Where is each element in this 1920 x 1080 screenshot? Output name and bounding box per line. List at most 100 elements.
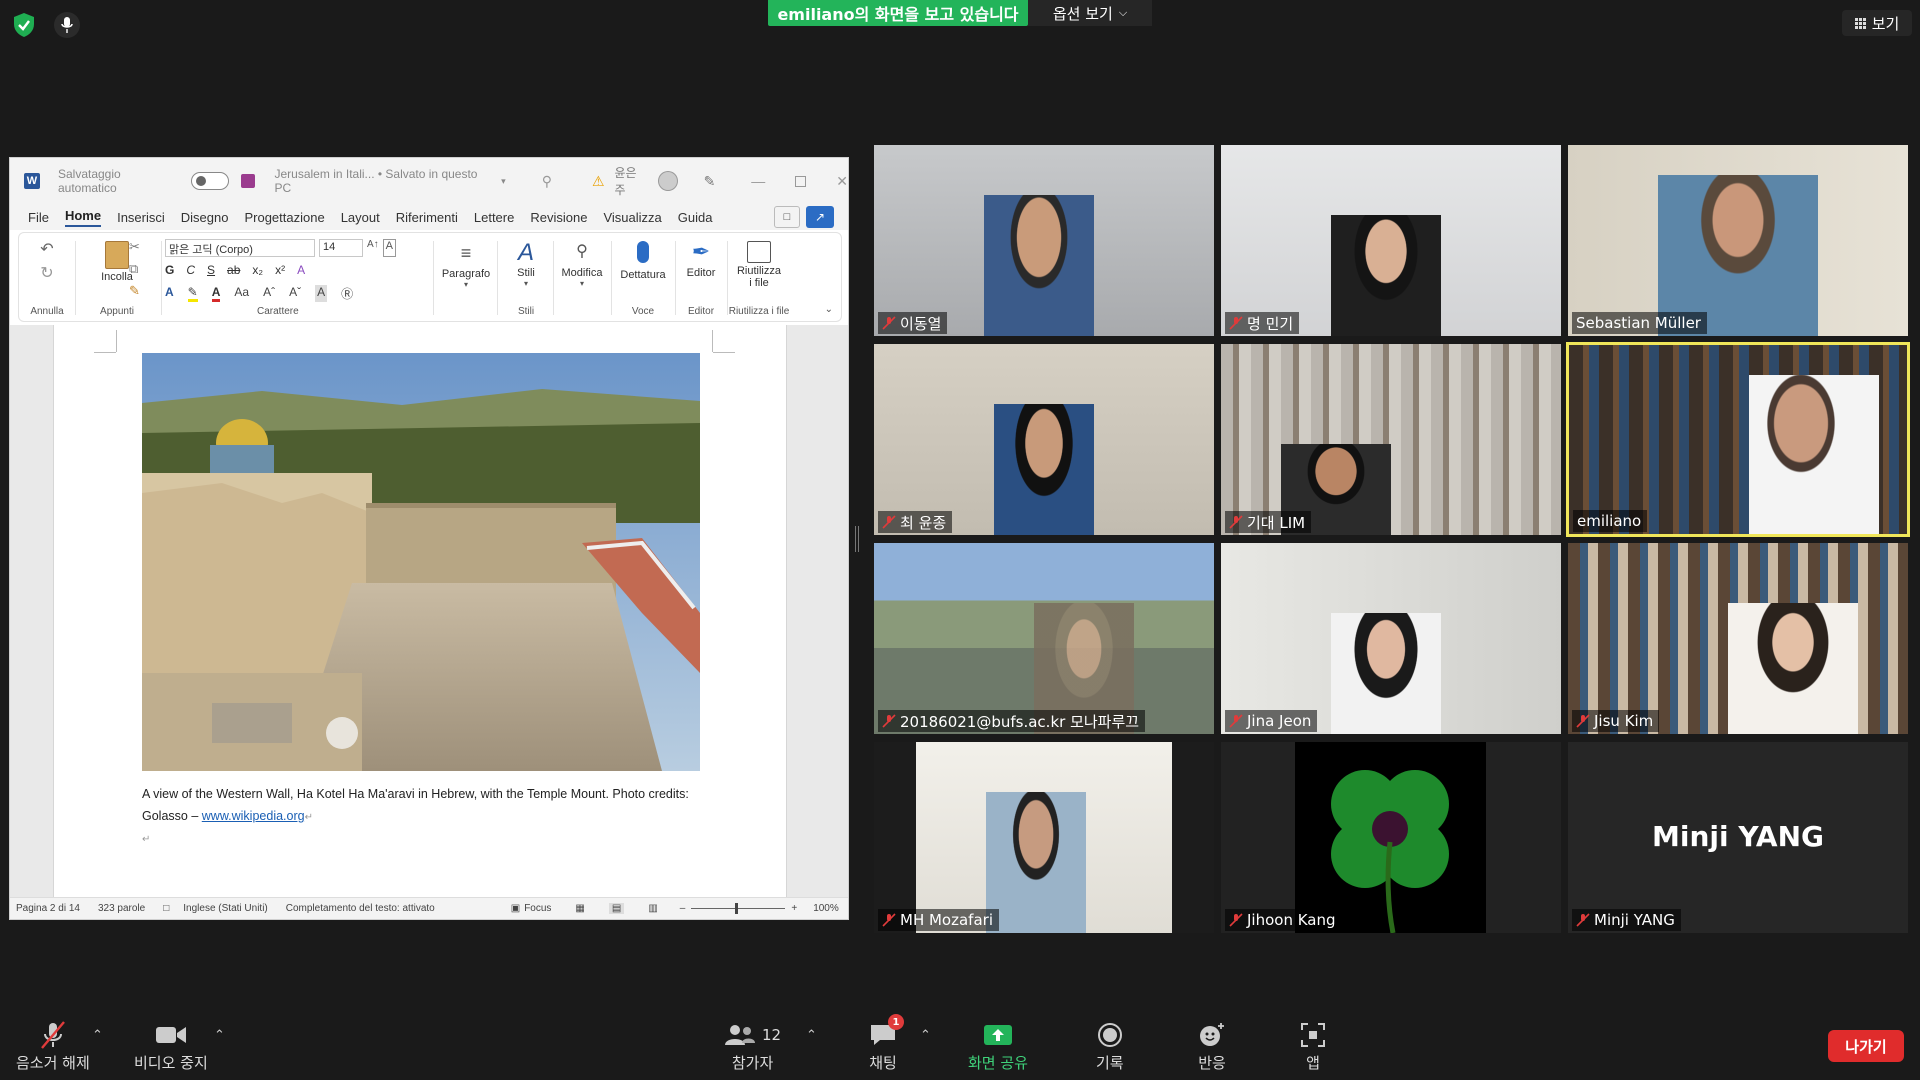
format-painter-icon[interactable]: ✎ [129,283,140,299]
print-layout-icon[interactable]: ▤ [608,903,625,914]
change-case-icon[interactable]: Aa [234,285,249,302]
focus-label[interactable]: Focus [524,903,551,914]
enclose-char-icon[interactable]: Ⓡ [341,285,353,302]
italic-button[interactable]: C [186,263,195,277]
subscript-button[interactable]: x₂ [252,263,263,277]
zoom-out-icon[interactable]: – [680,903,686,914]
font-size-select[interactable]: 14 [319,239,363,257]
stop-video-button[interactable]: 비디오 중지 [134,1018,208,1073]
autosave-toggle[interactable] [190,172,229,190]
avatar[interactable] [657,171,678,191]
video-options-chevron-icon[interactable]: ⌃ [214,1028,225,1043]
maximize-icon[interactable] [795,175,807,187]
styles-group[interactable]: A Stili ▾ Stili [501,237,551,319]
char-shading-icon[interactable]: A [315,285,328,302]
superscript-button[interactable]: x² [275,263,285,277]
underline-button[interactable]: S [207,263,215,277]
share-screen-button[interactable]: 화면 공유 [968,1018,1028,1073]
undo-icon[interactable]: ↶ [40,239,53,259]
video-tile[interactable]: 명 민기 [1221,145,1561,336]
share-icon[interactable]: ↗ [806,206,834,228]
video-tile[interactable]: 20186021@bufs.ac.kr 모나파루끄 [874,543,1214,734]
participants-button[interactable]: 12 참가자 [724,1018,781,1073]
paste-icon[interactable] [105,241,129,269]
security-shield-icon[interactable] [12,12,36,38]
proofing-icon[interactable]: □ [163,903,169,914]
word-count[interactable]: 323 parole [98,903,145,914]
tab-insert[interactable]: Inserisci [117,210,165,225]
highlight-icon[interactable]: ✎ [187,285,198,302]
apps-button[interactable]: 앱 [1300,1018,1326,1073]
tab-layout[interactable]: Layout [341,210,380,225]
redo-icon[interactable]: ↻ [40,263,53,283]
photo-caption[interactable]: A view of the Western Wall, Ha Kotel Ha … [142,783,722,851]
text-completion-status[interactable]: Completamento del testo: attivato [286,903,435,914]
video-tile[interactable]: 기대 LIM [1221,344,1561,535]
grow-font-icon[interactable]: Aˆ [263,285,275,302]
minimize-icon[interactable]: — [751,173,765,189]
bold-button[interactable]: G [165,263,174,277]
zoom-slider[interactable] [691,903,786,914]
western-wall-photo[interactable] [142,353,700,771]
search-icon[interactable]: ⚲ [542,173,552,190]
zoom-level[interactable]: 100% [813,903,839,914]
editing-group[interactable]: ⚲ Modifica ▾ [555,237,609,319]
video-tile[interactable]: Sebastian Müller [1568,145,1908,336]
font-color-icon[interactable]: A [211,285,221,302]
tab-draw[interactable]: Disegno [181,210,229,225]
tab-home[interactable]: Home [64,208,102,227]
save-icon[interactable] [240,174,255,188]
tab-review[interactable]: Revisione [530,210,587,225]
pen-icon[interactable]: ✎ [704,173,716,190]
tab-view[interactable]: Visualizza [603,210,661,225]
paragraph-group[interactable]: ≡ Paragrafo ▾ [437,237,495,319]
leave-meeting-button[interactable]: 나가기 [1828,1030,1904,1062]
clear-format-icon[interactable]: A [382,239,397,257]
reuse-files-group[interactable]: Riutilizza i file Riutilizza i file [729,237,789,319]
reactions-button[interactable]: 반응 [1198,1018,1226,1073]
page-indicator[interactable]: Pagina 2 di 14 [16,903,80,914]
video-tile-active-speaker[interactable]: emiliano [1566,342,1910,537]
video-tile[interactable]: 최 윤종 [874,344,1214,535]
voice-group[interactable]: Dettatura Voce [613,237,673,319]
participants-options-chevron-icon[interactable]: ⌃ [806,1028,817,1043]
web-layout-icon[interactable]: ▥ [648,903,657,914]
view-layout-button[interactable]: 보기 [1842,10,1912,36]
view-options-dropdown[interactable]: 옵션 보기 ⌵ [1028,0,1152,26]
close-icon[interactable]: ✕ [836,173,848,190]
tab-mailings[interactable]: Lettere [474,210,514,225]
focus-icon[interactable]: ▣ [511,903,520,914]
video-tile[interactable]: MH Mozafari [874,742,1214,933]
grow-font-icon[interactable]: A↑ [367,239,379,257]
editor-group[interactable]: ✒ Editor Editor [677,237,725,319]
video-tile-no-video[interactable]: Minji YANG Minji YANG [1568,742,1908,933]
read-mode-icon[interactable]: ▦ [575,903,584,914]
shrink-font-icon[interactable]: Aˇ [289,285,301,302]
video-tile[interactable]: Jisu Kim [1568,543,1908,734]
shared-word-window[interactable]: W Salvataggio automatico Jerusalem in It… [9,157,849,920]
font-name-select[interactable]: 맑은 고딕 (Corpo) [165,239,315,257]
tab-references[interactable]: Riferimenti [396,210,458,225]
text-effects-icon[interactable]: A [297,263,305,277]
video-tile[interactable]: Jihoon Kang [1221,742,1561,933]
tab-design[interactable]: Progettazione [244,210,324,225]
document-title[interactable]: Jerusalem in Itali... • Salvato in quest… [275,167,498,195]
strikethrough-button[interactable]: ab [227,263,240,277]
caption-link[interactable]: www.wikipedia.org [202,809,305,823]
video-tile[interactable]: 이동열 [874,145,1214,336]
cut-icon[interactable]: ✂ [129,239,140,255]
language-indicator[interactable]: Inglese (Stati Uniti) [183,903,267,914]
zoom-in-icon[interactable]: + [791,903,797,914]
split-drag-handle[interactable] [855,526,859,552]
audio-indicator-icon[interactable] [54,12,80,38]
comments-icon[interactable]: □ [774,206,800,228]
document-page[interactable]: A view of the Western Wall, Ha Kotel Ha … [53,325,787,899]
collapse-ribbon-icon[interactable]: ⌄ [825,304,833,315]
record-button[interactable]: 기록 [1096,1018,1124,1073]
chat-button[interactable]: 1 채팅 [868,1014,904,1073]
text-effect-icon[interactable]: A [165,285,174,302]
document-canvas[interactable]: A view of the Western Wall, Ha Kotel Ha … [10,325,848,899]
audio-options-chevron-icon[interactable]: ⌃ [92,1028,103,1043]
unmute-button[interactable]: 음소거 해제 [16,1018,90,1073]
chat-options-chevron-icon[interactable]: ⌃ [920,1028,931,1043]
